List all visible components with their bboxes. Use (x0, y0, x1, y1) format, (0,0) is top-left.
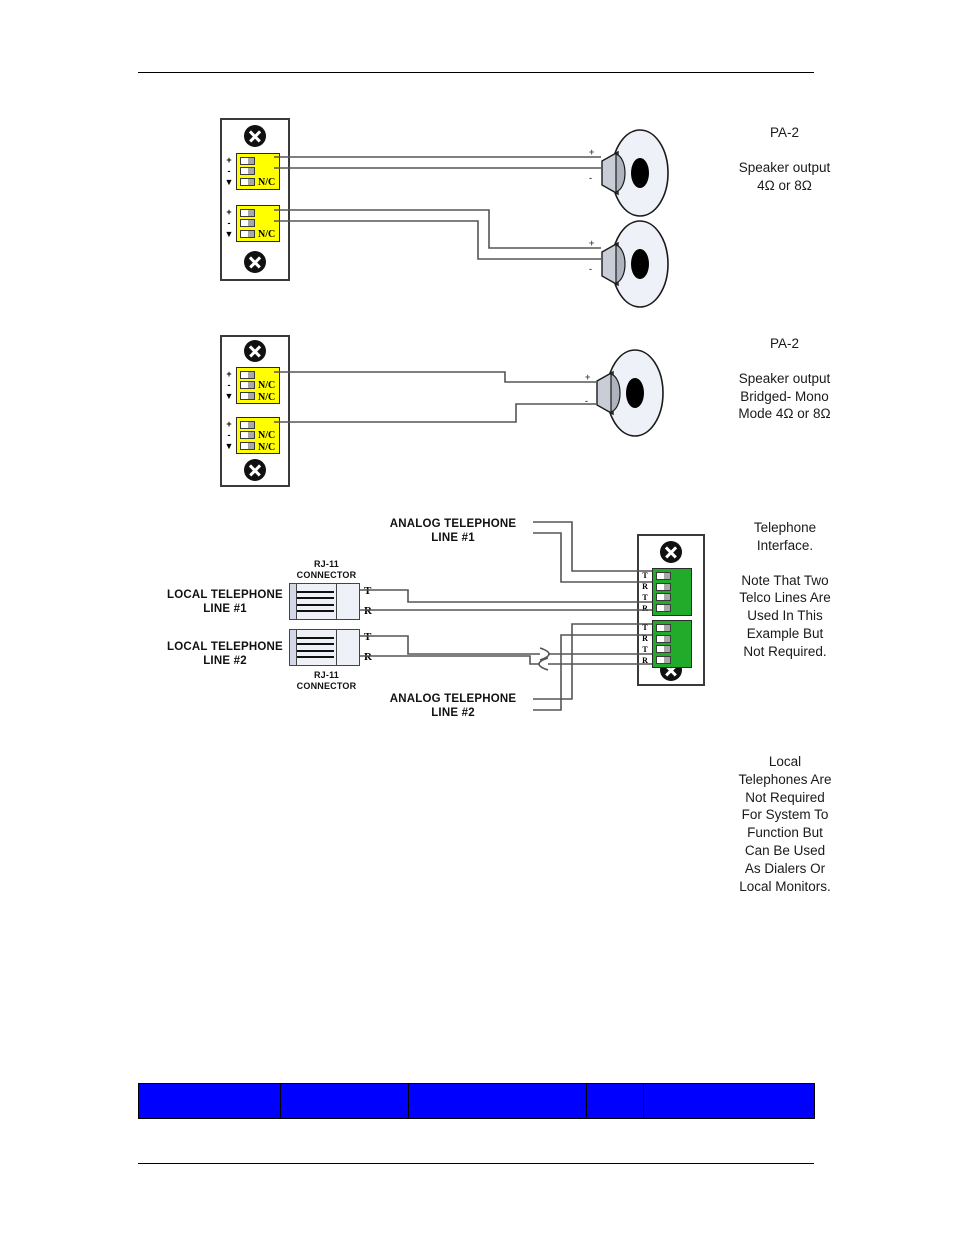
table-cell[interactable] (138, 1083, 281, 1119)
table-cell[interactable] (408, 1083, 587, 1119)
table-row (138, 1083, 815, 1119)
bottom-blue-table (138, 1083, 815, 1119)
caption-note-1: Note That Two Telco Lines Are Used In Th… (739, 572, 831, 659)
caption-telephone-interface: Telephone Interface. Note That Two Telco… (737, 519, 833, 661)
caption-title: Telephone Interface. (753, 520, 817, 553)
caption-note-2: Local Telephones Are Not Required For Sy… (738, 754, 832, 894)
table-cell[interactable] (643, 1083, 815, 1119)
table-cell[interactable] (280, 1083, 409, 1119)
table-cell[interactable] (586, 1083, 644, 1119)
caption-local-telephones-note: Local Telephones Are Not Required For Sy… (737, 753, 833, 895)
